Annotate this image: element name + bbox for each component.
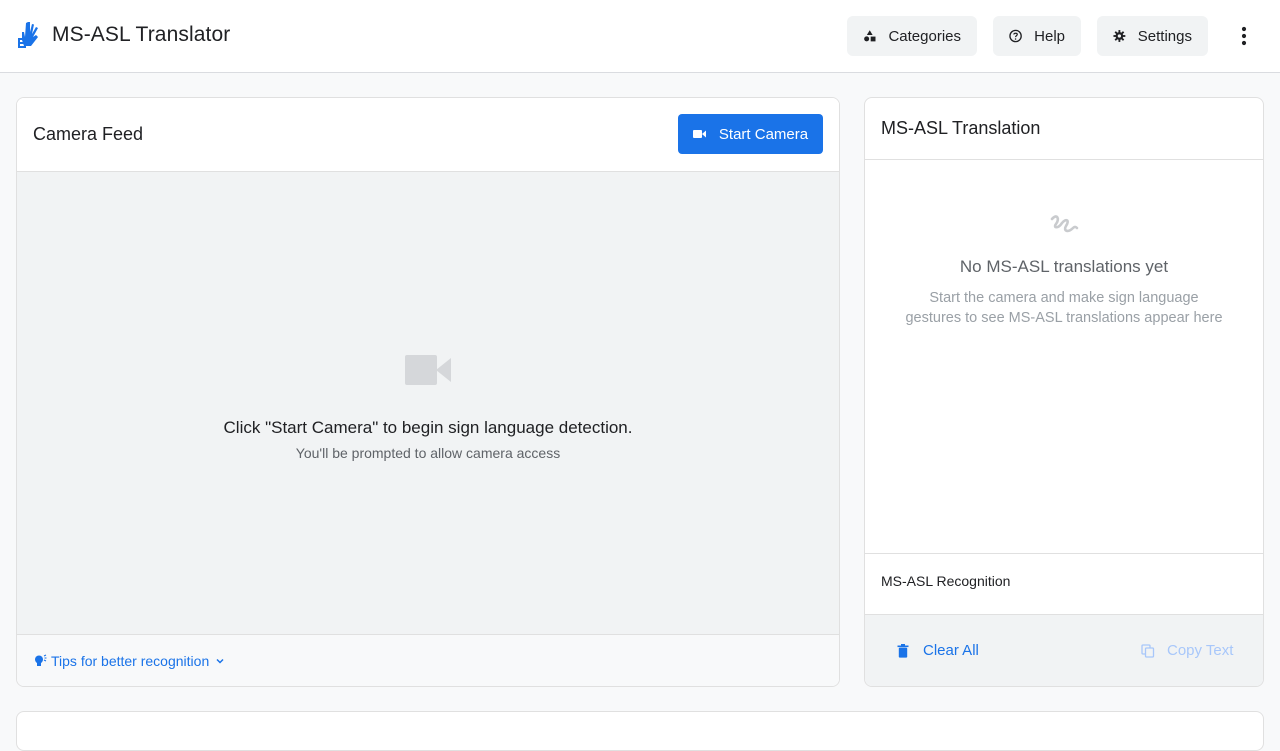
start-camera-label: Start Camera [718,125,809,143]
category-icon [864,30,876,42]
videocam-icon [692,130,706,138]
chevron-down-icon [216,658,224,664]
secondary-panel [16,711,1264,751]
categories-label: Categories [888,27,961,45]
clear-all-label: Clear All [923,642,979,659]
brand: MS-ASL Translator [16,20,230,50]
trash-icon [897,643,909,658]
more-options-button[interactable] [1230,22,1258,50]
videocam-placeholder-icon [405,355,451,385]
camera-viewport: Click "Start Camera" to begin sign langu… [17,172,839,634]
camera-feed-header: Camera Feed Start Camera [17,98,839,172]
copy-text-button[interactable]: Copy Text [1141,642,1233,659]
lightbulb-icon [35,654,47,666]
app-bar: MS-ASL Translator Categories Help Settin… [0,0,1280,73]
start-camera-button[interactable]: Start Camera [678,114,823,154]
sign-language-hands-icon [18,22,38,48]
gear-icon [1113,30,1126,42]
translation-footer: Clear All Copy Text [865,614,1263,686]
gesture-icon [1050,215,1079,233]
tips-label: Tips for better recognition [51,653,210,669]
categories-button[interactable]: Categories [847,16,977,56]
empty-state-description: Start the camera and make sign language … [905,290,1223,326]
empty-state-title: No MS-ASL translations yet [959,257,1169,276]
camera-placeholder-text: Click "Start Camera" to begin sign langu… [223,418,633,437]
copy-text-label: Copy Text [1167,642,1234,659]
camera-feed-card: Camera Feed Start Camera Click "Start Ca… [16,97,840,687]
settings-label: Settings [1137,27,1192,45]
camera-feed-title: Camera Feed [33,124,144,144]
tips-toggle[interactable]: Tips for better recognition [33,653,225,669]
translation-card: MS-ASL Translation No MS-ASL translation… [864,97,1264,687]
more-vert-icon [1241,26,1247,46]
settings-button[interactable]: Settings [1097,16,1208,56]
translation-header: MS-ASL Translation [865,98,1263,160]
camera-placeholder-subtext: You'll be prompted to allow camera acces… [295,445,561,461]
recognition-section: MS-ASL Recognition [865,553,1263,614]
translation-title: MS-ASL Translation [881,118,1041,138]
app-title: MS-ASL Translator [52,23,231,46]
help-button[interactable]: Help [993,16,1081,56]
clear-all-button[interactable]: Clear All [897,642,979,659]
copy-icon [1141,643,1155,658]
recognition-label: MS-ASL Recognition [881,573,1011,589]
help-label: Help [1034,27,1065,45]
camera-feed-footer: Tips for better recognition [17,634,839,686]
help-icon [1009,29,1022,43]
